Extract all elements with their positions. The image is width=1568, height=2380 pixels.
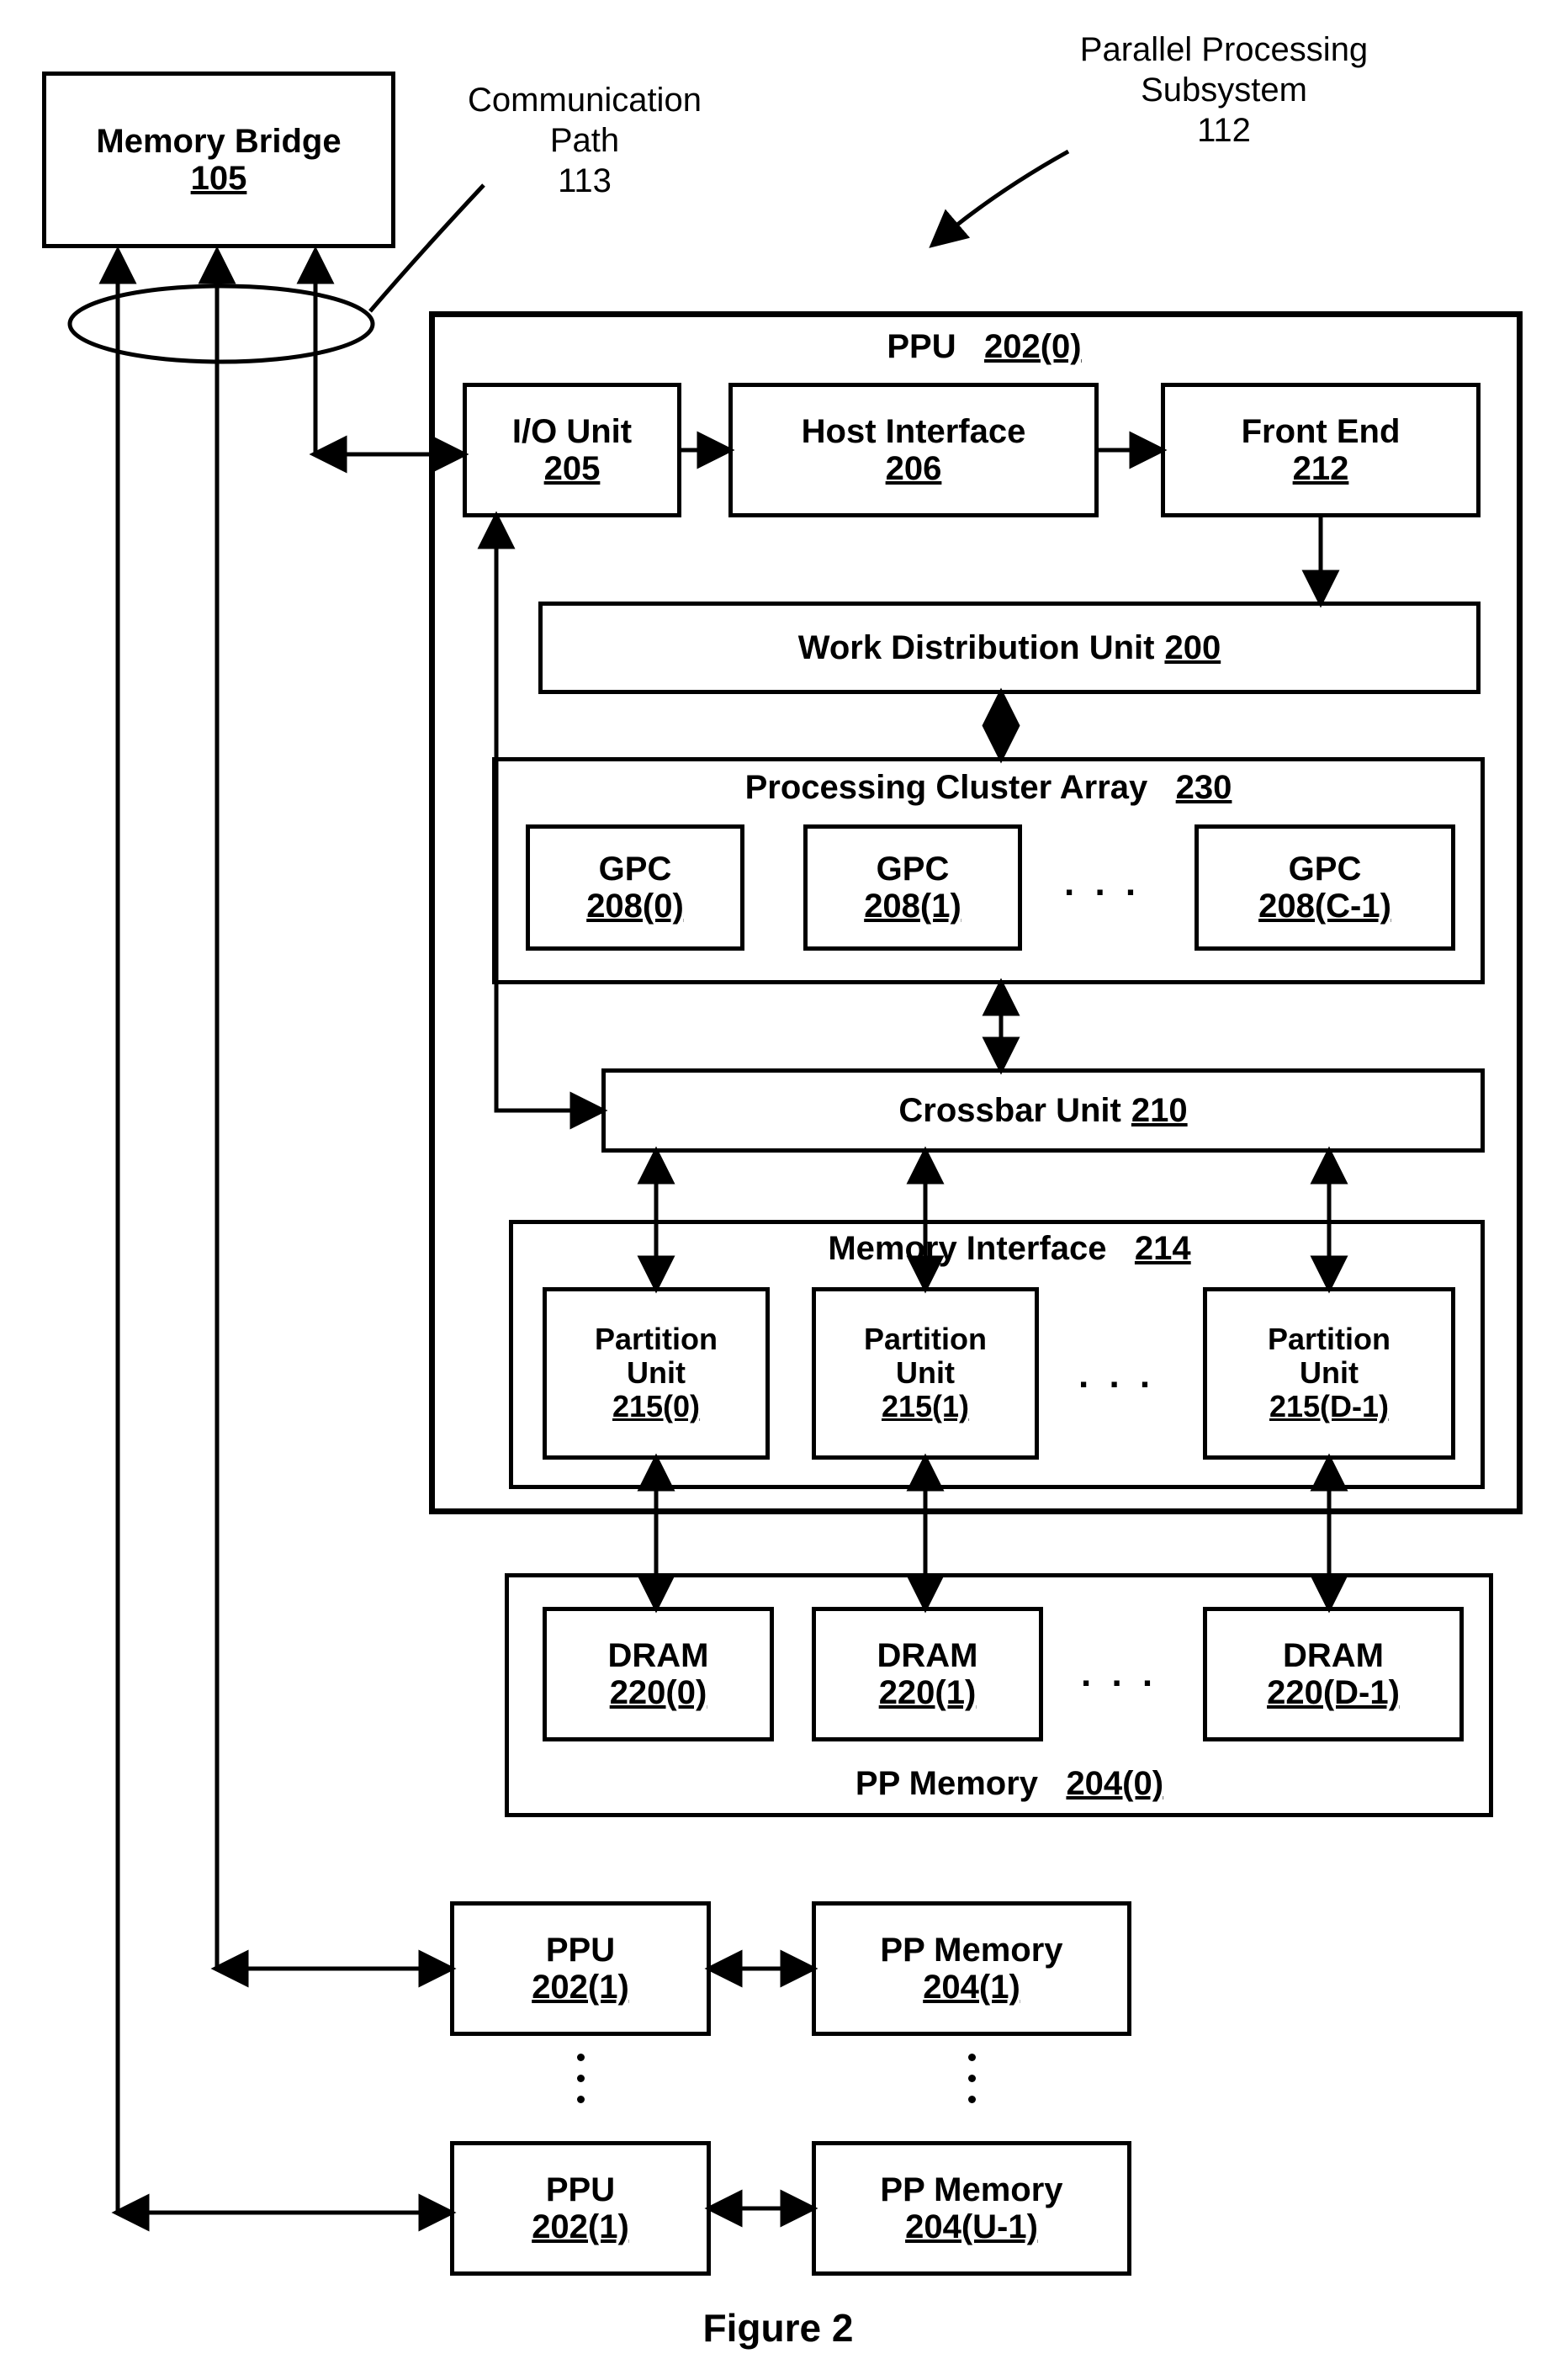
ppu1-title: PPU bbox=[546, 1932, 615, 1969]
memU-box: PP Memory 204(U-1) bbox=[812, 2141, 1131, 2276]
dN-id: 220(D-1) bbox=[1267, 1674, 1400, 1712]
memU-title: PP Memory bbox=[880, 2171, 1062, 2208]
pN-box: Partition Unit 215(D-1) bbox=[1203, 1287, 1455, 1460]
p1-title: Partition Unit bbox=[864, 1323, 987, 1389]
ppmem0-title: PP Memory bbox=[856, 1765, 1038, 1802]
host-if-title: Host Interface bbox=[802, 413, 1026, 450]
d0-box: DRAM 220(0) bbox=[543, 1607, 774, 1741]
pca-heading: Processing Cluster Array 230 bbox=[631, 769, 1346, 807]
communication-path-label: Communication Path 113 bbox=[442, 80, 728, 201]
mif-heading: Memory Interface 214 bbox=[715, 1230, 1304, 1268]
pN-title: Partition Unit bbox=[1268, 1323, 1391, 1389]
gpc0-title: GPC bbox=[599, 851, 672, 888]
d1-id: 220(1) bbox=[879, 1674, 977, 1712]
mif-title: Memory Interface bbox=[828, 1230, 1106, 1267]
gpc1-id: 208(1) bbox=[864, 888, 961, 925]
ppu1-box: PPU 202(1) bbox=[450, 1901, 711, 2036]
ppu0-heading: PPU 202(0) bbox=[850, 328, 1119, 366]
xbar-box: Crossbar Unit 210 bbox=[601, 1068, 1485, 1153]
front-end-box: Front End 212 bbox=[1161, 383, 1481, 517]
gpcN-box: GPC 208(C-1) bbox=[1195, 824, 1455, 951]
subsystem-label: Parallel Processing Subsystem 112 bbox=[1035, 29, 1413, 151]
pN-id: 215(D-1) bbox=[1269, 1389, 1389, 1424]
mem1-box: PP Memory 204(1) bbox=[812, 1901, 1131, 2036]
gpcN-title: GPC bbox=[1289, 851, 1362, 888]
subsystem-text: Parallel Processing Subsystem bbox=[1035, 29, 1413, 110]
front-end-id: 212 bbox=[1293, 450, 1349, 488]
memory-bridge-title: Memory Bridge bbox=[96, 123, 341, 160]
dN-title: DRAM bbox=[1283, 1637, 1384, 1674]
d0-id: 220(0) bbox=[610, 1674, 707, 1712]
xbar-id: 210 bbox=[1131, 1092, 1188, 1130]
subsystem-id: 112 bbox=[1035, 110, 1413, 151]
p1-id: 215(1) bbox=[882, 1389, 969, 1424]
wdu-id: 200 bbox=[1164, 629, 1221, 667]
ppmem0-heading: PP Memory 204(0) bbox=[757, 1765, 1262, 1803]
mem1-title: PP Memory bbox=[880, 1932, 1062, 1969]
ppmem0-id: 204(0) bbox=[1066, 1765, 1163, 1802]
comm-path-text: Communication Path bbox=[442, 80, 728, 161]
p0-box: Partition Unit 215(0) bbox=[543, 1287, 770, 1460]
p0-title: Partition Unit bbox=[595, 1323, 718, 1389]
gpc-ellipsis: . . . bbox=[1064, 862, 1141, 904]
gpcN-id: 208(C-1) bbox=[1258, 888, 1391, 925]
gpc0-id: 208(0) bbox=[586, 888, 684, 925]
d0-title: DRAM bbox=[608, 1637, 709, 1674]
io-unit-title: I/O Unit bbox=[512, 413, 632, 450]
d1-box: DRAM 220(1) bbox=[812, 1607, 1043, 1741]
ppu-vdots bbox=[576, 2040, 585, 2107]
ppuU-id: 202(1) bbox=[532, 2208, 629, 2246]
comm-path-id: 113 bbox=[442, 161, 728, 201]
diagram-canvas: Memory Bridge 105 Communication Path 113… bbox=[0, 0, 1568, 2380]
partition-ellipsis: . . . bbox=[1078, 1354, 1155, 1397]
io-unit-box: I/O Unit 205 bbox=[463, 383, 681, 517]
io-unit-id: 205 bbox=[544, 450, 601, 488]
mif-id: 214 bbox=[1135, 1230, 1191, 1267]
gpc0-box: GPC 208(0) bbox=[526, 824, 744, 951]
host-if-id: 206 bbox=[886, 450, 942, 488]
ppuU-title: PPU bbox=[546, 2171, 615, 2208]
dram-ellipsis: . . . bbox=[1081, 1653, 1157, 1695]
gpc1-box: GPC 208(1) bbox=[803, 824, 1022, 951]
p1-box: Partition Unit 215(1) bbox=[812, 1287, 1039, 1460]
dN-box: DRAM 220(D-1) bbox=[1203, 1607, 1464, 1741]
ppu0-title: PPU bbox=[887, 328, 956, 365]
memU-id: 204(U-1) bbox=[905, 2208, 1038, 2246]
gpc1-title: GPC bbox=[877, 851, 950, 888]
ppu1-id: 202(1) bbox=[532, 1969, 629, 2006]
mem-vdots bbox=[967, 2040, 976, 2107]
front-end-title: Front End bbox=[1242, 413, 1401, 450]
memory-bridge-id: 105 bbox=[191, 160, 247, 198]
wdu-title: Work Distribution Unit bbox=[798, 629, 1155, 666]
xbar-title: Crossbar Unit bbox=[898, 1092, 1121, 1129]
pca-title: Processing Cluster Array bbox=[745, 769, 1148, 806]
figure-caption: Figure 2 bbox=[652, 2305, 904, 2351]
p0-id: 215(0) bbox=[612, 1389, 700, 1424]
d1-title: DRAM bbox=[877, 1637, 978, 1674]
mem1-id: 204(1) bbox=[923, 1969, 1020, 2006]
host-if-box: Host Interface 206 bbox=[728, 383, 1099, 517]
ppu0-id: 202(0) bbox=[984, 328, 1082, 365]
wdu-box: Work Distribution Unit 200 bbox=[538, 602, 1481, 694]
ppuU-box: PPU 202(1) bbox=[450, 2141, 711, 2276]
pca-id: 230 bbox=[1176, 769, 1232, 806]
memory-bridge-box: Memory Bridge 105 bbox=[42, 72, 395, 248]
